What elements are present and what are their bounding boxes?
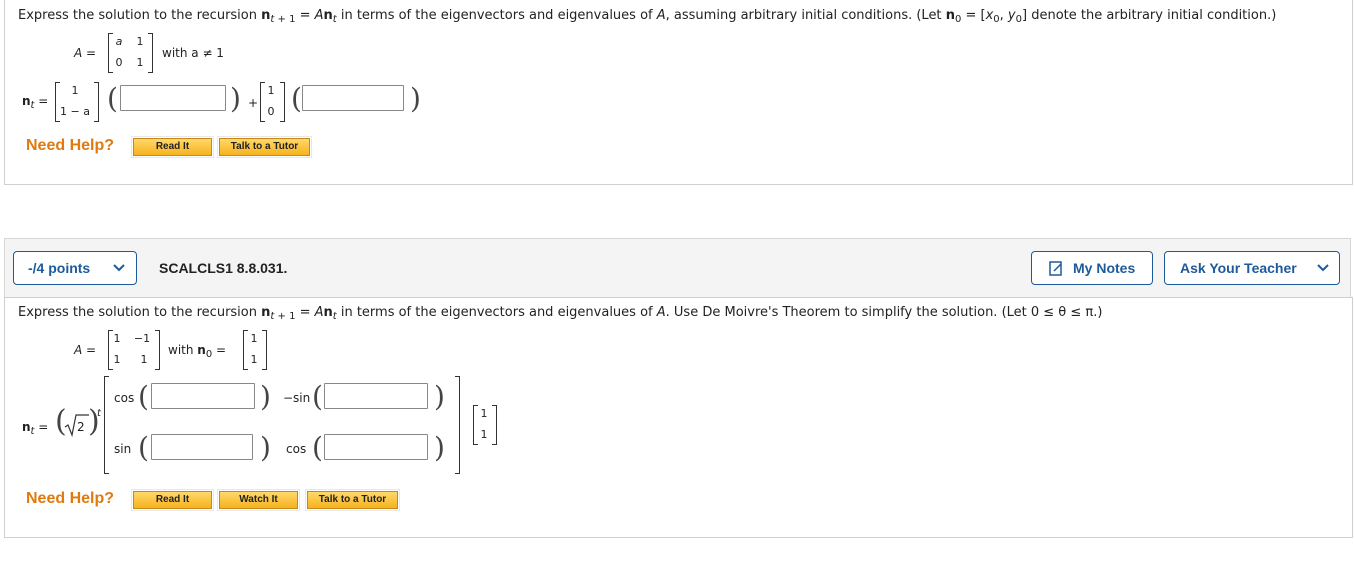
q2-paren-open: ( [138, 431, 149, 464]
q1-vec1-cell: 1 [71, 84, 79, 97]
q2-vec-cell: 1 [480, 428, 488, 441]
q2-matrix-cell: 1 [140, 353, 148, 366]
q2-paren-open: ( [312, 431, 323, 464]
q2-matrix-label: A = [74, 343, 97, 357]
q1-vec2-cell: 1 [267, 84, 275, 97]
q1-answer-field-1[interactable] [120, 85, 226, 111]
q2-n0-cell: 1 [250, 353, 258, 366]
talk-to-tutor-button[interactable]: Talk to a Tutor [217, 136, 312, 158]
q1-condition: with a ≠ 1 [162, 46, 224, 60]
q1-paren-close: ) [410, 82, 421, 115]
q1-paren-close: ) [230, 82, 241, 115]
q1-answer-field-2[interactable] [302, 85, 404, 111]
q2-paren-close: ) [260, 380, 271, 413]
q2-n0-cell: 1 [250, 332, 258, 345]
q1-paren-open: ( [107, 82, 118, 115]
q2-cos-label-1: cos [114, 391, 135, 405]
need-help-label: Need Help? [26, 137, 115, 154]
q2-big-bracket-right [455, 376, 460, 474]
q1-matrix-bracket-right [148, 33, 153, 73]
question-code: SCALCLS1 8.8.031. [159, 260, 288, 276]
q2-paren-open: ( [312, 380, 323, 413]
q1-vec2-cell: 0 [267, 105, 275, 118]
q1-matrix-cell: 1 [136, 56, 144, 69]
q2-answer-negsin[interactable] [324, 383, 428, 409]
ask-teacher-label: Ask Your Teacher [1180, 260, 1297, 276]
q1-matrix-cell: 0 [115, 56, 123, 69]
q2-paren-close: ) [434, 380, 445, 413]
q2-sin-label: sin [114, 442, 132, 456]
q2-prompt: Express the solution to the recursion nt… [18, 305, 1103, 322]
q2-cos-label-2: cos [286, 442, 307, 456]
points-label: -/4 points [28, 260, 91, 276]
q2-paren-close: ) [260, 431, 271, 464]
q2-matrix-cell: −1 [133, 332, 151, 345]
read-it-button[interactable]: Read It [131, 489, 214, 511]
points-dropdown[interactable]: -/4 points [13, 251, 137, 285]
q2-with-label: with n0 = [168, 343, 227, 360]
q2-nt-label: nt = [22, 420, 49, 437]
q2-exponent: t [97, 408, 101, 419]
q2-answer-cos-1[interactable] [151, 383, 255, 409]
q1-vec1-cell: 1 − a [60, 105, 90, 118]
q2-paren-open: ( [138, 380, 149, 413]
q1-matrix-label: A = [74, 46, 97, 60]
ask-your-teacher-button[interactable]: Ask Your Teacher [1164, 251, 1340, 285]
chevron-down-icon [112, 252, 126, 295]
q2-matrix-bracket-right [155, 330, 160, 370]
q2-negsin-label: −sin [283, 391, 311, 405]
notes-icon [1048, 252, 1064, 295]
q1-matrix-cell: a [115, 35, 123, 48]
q2-n0-bracket-right [262, 330, 267, 370]
q2-matrix-cell: 1 [113, 332, 121, 345]
q2-sqrt-radicand: 2 [77, 420, 85, 434]
q2-vec-cell: 1 [480, 407, 488, 420]
need-help-label: Need Help? [26, 490, 115, 507]
q1-matrix-cell: 1 [136, 35, 144, 48]
talk-to-tutor-button[interactable]: Talk to a Tutor [305, 489, 400, 511]
q2-matrix-cell: 1 [113, 353, 121, 366]
chevron-down-icon [1316, 252, 1330, 295]
my-notes-label: My Notes [1073, 260, 1136, 276]
q2-answer-cos-2[interactable] [324, 434, 428, 460]
read-it-button[interactable]: Read It [131, 136, 214, 158]
q1-nt-label: nt = [22, 94, 49, 111]
q1-vec1-bracket-right [94, 82, 99, 122]
watch-it-button[interactable]: Watch It [217, 489, 300, 511]
q2-answer-sin[interactable] [151, 434, 253, 460]
q1-prompt: Express the solution to the recursion nt… [18, 8, 1277, 25]
q1-plus: + [248, 96, 259, 110]
q2-big-bracket-left [104, 376, 109, 474]
q1-vec2-bracket-right [280, 82, 285, 122]
q2-vec-bracket-right [492, 405, 497, 445]
q2-paren-close: ) [434, 431, 445, 464]
my-notes-button[interactable]: My Notes [1031, 251, 1153, 285]
q1-paren-open: ( [291, 82, 302, 115]
